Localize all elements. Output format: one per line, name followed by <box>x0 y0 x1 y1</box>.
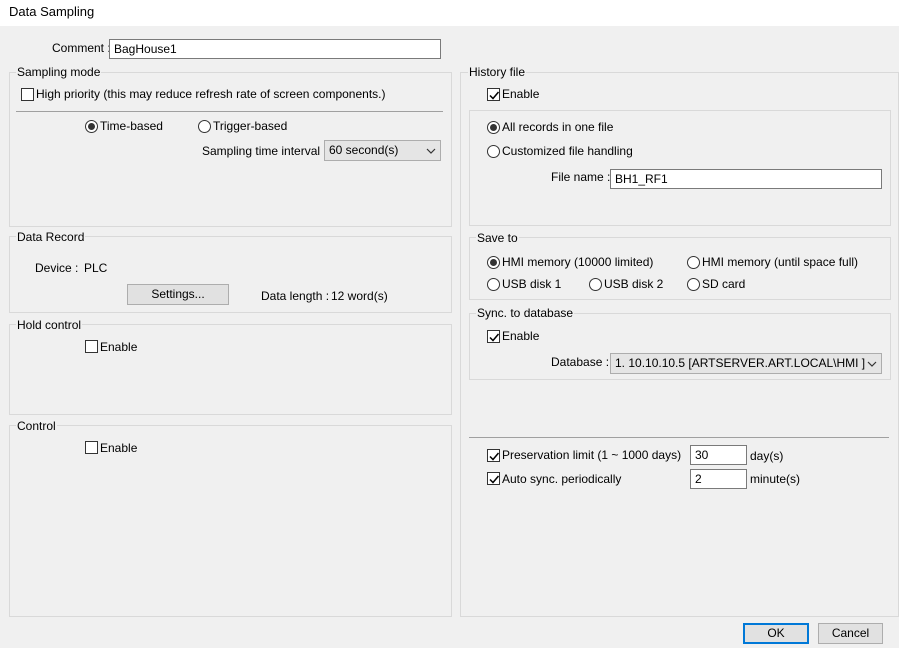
save-hmi-full-label: HMI memory (until space full) <box>702 255 859 269</box>
file-name-label: File name : <box>551 170 611 184</box>
preservation-unit: day(s) <box>750 449 784 463</box>
database-value: 1. 10.10.10.5 [ARTSERVER.ART.LOCAL\HMI ] <box>615 356 866 370</box>
separator <box>16 111 443 112</box>
interval-label: Sampling time interval : <box>202 144 327 158</box>
device-value: PLC <box>84 261 108 275</box>
database-label: Database : <box>551 355 610 369</box>
chevron-down-icon <box>426 148 436 154</box>
file-name-input[interactable]: BH1_RF1 <box>610 169 882 189</box>
preservation-limit-checkbox[interactable] <box>487 449 500 462</box>
save-usb2-label: USB disk 2 <box>604 277 664 291</box>
customized-file-label: Customized file handling <box>502 144 633 158</box>
save-hmi-limited-label: HMI memory (10000 limited) <box>502 255 654 269</box>
interval-value: 60 second(s) <box>329 143 399 157</box>
window-title: Data Sampling <box>9 4 95 19</box>
sync-database-title: Sync. to database <box>476 306 575 320</box>
sync-enable-label: Enable <box>502 329 540 343</box>
auto-sync-unit: minute(s) <box>750 472 801 486</box>
database-dropdown[interactable]: 1. 10.10.10.5 [ARTSERVER.ART.LOCAL\HMI ] <box>610 353 882 374</box>
time-based-radio[interactable] <box>85 120 98 133</box>
control-enable-label: Enable <box>100 441 138 455</box>
preservation-limit-label: Preservation limit (1 ~ 1000 days) <box>502 448 682 462</box>
high-priority-checkbox[interactable] <box>21 88 34 101</box>
all-records-label: All records in one file <box>502 120 614 134</box>
comment-input[interactable]: BagHouse1 <box>109 39 441 59</box>
trigger-based-radio[interactable] <box>198 120 211 133</box>
save-hmi-limited-radio[interactable] <box>487 256 500 269</box>
checkmark-icon <box>489 452 500 461</box>
history-enable-label: Enable <box>502 87 540 101</box>
save-sd-card-radio[interactable] <box>687 278 700 291</box>
time-based-label: Time-based <box>100 119 163 133</box>
checkmark-icon <box>489 475 500 484</box>
control-enable-checkbox[interactable] <box>85 441 98 454</box>
title-bar: Data Sampling <box>0 0 899 26</box>
checkmark-icon <box>489 91 500 100</box>
hold-control-enable-checkbox[interactable] <box>85 340 98 353</box>
customized-file-radio[interactable] <box>487 145 500 158</box>
cancel-button[interactable]: Cancel <box>818 623 883 644</box>
history-file-title: History file <box>468 65 527 79</box>
data-length-label: Data length : <box>261 289 330 303</box>
comment-label: Comment : <box>52 41 111 55</box>
control-group <box>9 425 452 617</box>
chevron-down-icon <box>867 361 877 367</box>
save-sd-card-label: SD card <box>702 277 746 291</box>
save-usb1-radio[interactable] <box>487 278 500 291</box>
separator <box>469 437 889 438</box>
history-enable-checkbox[interactable] <box>487 88 500 101</box>
auto-sync-label: Auto sync. periodically <box>502 472 622 486</box>
save-usb2-radio[interactable] <box>589 278 602 291</box>
data-record-title: Data Record <box>16 230 86 244</box>
hold-control-group <box>9 324 452 415</box>
settings-button[interactable]: Settings... <box>127 284 229 305</box>
trigger-based-label: Trigger-based <box>213 119 288 133</box>
all-records-radio[interactable] <box>487 121 500 134</box>
hold-control-title: Hold control <box>16 318 83 332</box>
sync-enable-checkbox[interactable] <box>487 330 500 343</box>
data-length-value: 12 word(s) <box>331 289 388 303</box>
high-priority-label: High priority (this may reduce refresh r… <box>36 87 386 101</box>
sampling-mode-title: Sampling mode <box>16 65 102 79</box>
interval-dropdown[interactable]: 60 second(s) <box>324 140 441 161</box>
auto-sync-checkbox[interactable] <box>487 472 500 485</box>
checkmark-icon <box>489 333 500 342</box>
hold-control-enable-label: Enable <box>100 340 138 354</box>
auto-sync-minutes-input[interactable]: 2 <box>690 469 747 489</box>
control-title: Control <box>16 419 57 433</box>
save-to-title: Save to <box>476 231 519 245</box>
save-hmi-full-radio[interactable] <box>687 256 700 269</box>
device-label: Device : <box>35 261 79 275</box>
ok-button[interactable]: OK <box>743 623 809 644</box>
save-usb1-label: USB disk 1 <box>502 277 562 291</box>
preservation-days-input[interactable]: 30 <box>690 445 747 465</box>
